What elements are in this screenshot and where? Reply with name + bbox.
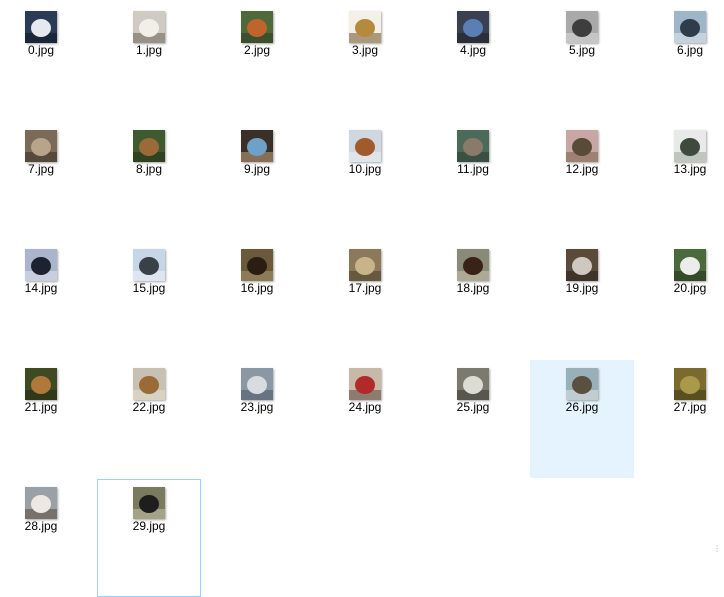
image-thumbnail bbox=[349, 368, 381, 400]
file-name-label: 20.jpg bbox=[673, 281, 707, 295]
image-thumbnail bbox=[25, 11, 57, 43]
file-item[interactable]: 28.jpg bbox=[0, 479, 93, 597]
file-item[interactable]: 24.jpg bbox=[313, 360, 417, 478]
image-thumbnail bbox=[457, 11, 489, 43]
file-item[interactable]: 11.jpg bbox=[421, 122, 525, 240]
image-thumbnail bbox=[25, 249, 57, 281]
image-thumbnail bbox=[25, 368, 57, 400]
file-item[interactable]: 15.jpg bbox=[97, 241, 201, 359]
image-thumbnail bbox=[566, 11, 598, 43]
image-thumbnail bbox=[457, 130, 489, 162]
file-name-label: 0.jpg bbox=[27, 43, 55, 57]
image-thumbnail bbox=[566, 249, 598, 281]
file-name-label: 4.jpg bbox=[459, 43, 487, 57]
file-item[interactable]: 27.jpg bbox=[638, 360, 724, 478]
image-thumbnail bbox=[133, 130, 165, 162]
image-thumbnail bbox=[674, 11, 706, 43]
file-name-label: 17.jpg bbox=[348, 281, 382, 295]
file-item[interactable]: 12.jpg bbox=[530, 122, 634, 240]
file-item[interactable]: 7.jpg bbox=[0, 122, 93, 240]
file-item[interactable]: 22.jpg bbox=[97, 360, 201, 478]
file-item[interactable]: 19.jpg bbox=[530, 241, 634, 359]
file-name-label: 9.jpg bbox=[243, 162, 271, 176]
file-item[interactable]: 0.jpg bbox=[0, 3, 93, 121]
file-item[interactable]: 23.jpg bbox=[205, 360, 309, 478]
file-name-label: 15.jpg bbox=[132, 281, 166, 295]
file-item[interactable]: 18.jpg bbox=[421, 241, 525, 359]
file-name-label: 26.jpg bbox=[565, 400, 599, 414]
file-name-label: 6.jpg bbox=[676, 43, 704, 57]
image-thumbnail bbox=[566, 130, 598, 162]
image-thumbnail bbox=[241, 368, 273, 400]
image-thumbnail bbox=[457, 368, 489, 400]
file-name-label: 25.jpg bbox=[456, 400, 490, 414]
file-item[interactable]: 2.jpg bbox=[205, 3, 309, 121]
file-name-label: 22.jpg bbox=[132, 400, 166, 414]
file-name-label: 1.jpg bbox=[135, 43, 163, 57]
file-item[interactable]: 21.jpg bbox=[0, 360, 93, 478]
file-item[interactable]: 20.jpg bbox=[638, 241, 724, 359]
file-item[interactable]: 10.jpg bbox=[313, 122, 417, 240]
file-name-label: 14.jpg bbox=[24, 281, 58, 295]
file-item[interactable]: 9.jpg bbox=[205, 122, 309, 240]
file-name-label: 24.jpg bbox=[348, 400, 382, 414]
file-item[interactable]: 8.jpg bbox=[97, 122, 201, 240]
image-thumbnail bbox=[25, 130, 57, 162]
file-item[interactable]: 13.jpg bbox=[638, 122, 724, 240]
image-thumbnail bbox=[349, 249, 381, 281]
file-item[interactable]: 5.jpg bbox=[530, 3, 634, 121]
file-item[interactable]: 26.jpg bbox=[530, 360, 634, 478]
image-thumbnail bbox=[349, 130, 381, 162]
file-name-label: 27.jpg bbox=[673, 400, 707, 414]
image-thumbnail bbox=[25, 487, 57, 519]
file-name-label: 21.jpg bbox=[24, 400, 58, 414]
image-thumbnail bbox=[133, 368, 165, 400]
image-thumbnail bbox=[674, 130, 706, 162]
file-item[interactable]: 16.jpg bbox=[205, 241, 309, 359]
file-name-label: 28.jpg bbox=[24, 519, 58, 533]
image-thumbnail bbox=[349, 11, 381, 43]
image-thumbnail bbox=[674, 368, 706, 400]
file-name-label: 13.jpg bbox=[673, 162, 707, 176]
image-thumbnail bbox=[674, 249, 706, 281]
file-name-label: 5.jpg bbox=[568, 43, 596, 57]
file-item[interactable]: 1.jpg bbox=[97, 3, 201, 121]
file-item[interactable]: 17.jpg bbox=[313, 241, 417, 359]
file-name-label: 19.jpg bbox=[565, 281, 599, 295]
image-thumbnail bbox=[133, 249, 165, 281]
file-name-label: 3.jpg bbox=[351, 43, 379, 57]
image-thumbnail bbox=[133, 11, 165, 43]
file-item[interactable]: 14.jpg bbox=[0, 241, 93, 359]
file-name-label: 23.jpg bbox=[240, 400, 274, 414]
file-name-label: 7.jpg bbox=[27, 162, 55, 176]
image-thumbnail bbox=[457, 249, 489, 281]
image-thumbnail bbox=[241, 11, 273, 43]
file-name-label: 11.jpg bbox=[457, 162, 489, 176]
file-item[interactable]: 4.jpg bbox=[421, 3, 525, 121]
file-name-label: 8.jpg bbox=[135, 162, 163, 176]
image-thumbnail bbox=[241, 130, 273, 162]
file-name-label: 10.jpg bbox=[348, 162, 382, 176]
file-name-label: 12.jpg bbox=[565, 162, 599, 176]
file-item[interactable]: 3.jpg bbox=[313, 3, 417, 121]
file-item[interactable]: 25.jpg bbox=[421, 360, 525, 478]
file-item[interactable]: 29.jpg bbox=[97, 479, 201, 597]
file-name-label: 2.jpg bbox=[243, 43, 271, 57]
file-item[interactable]: 6.jpg bbox=[638, 3, 724, 121]
file-icon-grid: 0.jpg 1.jpg 2.jpg 3.jpg 4.jpg 5.jpg 6.jpg 7.jpg… bbox=[0, 0, 724, 597]
file-name-label: 18.jpg bbox=[456, 281, 490, 295]
file-name-label: 29.jpg bbox=[132, 519, 166, 533]
resize-grip-icon[interactable]: ⋮⋮ bbox=[713, 545, 724, 553]
image-thumbnail bbox=[241, 249, 273, 281]
file-name-label: 16.jpg bbox=[240, 281, 274, 295]
image-thumbnail bbox=[566, 368, 598, 400]
image-thumbnail bbox=[133, 487, 165, 519]
